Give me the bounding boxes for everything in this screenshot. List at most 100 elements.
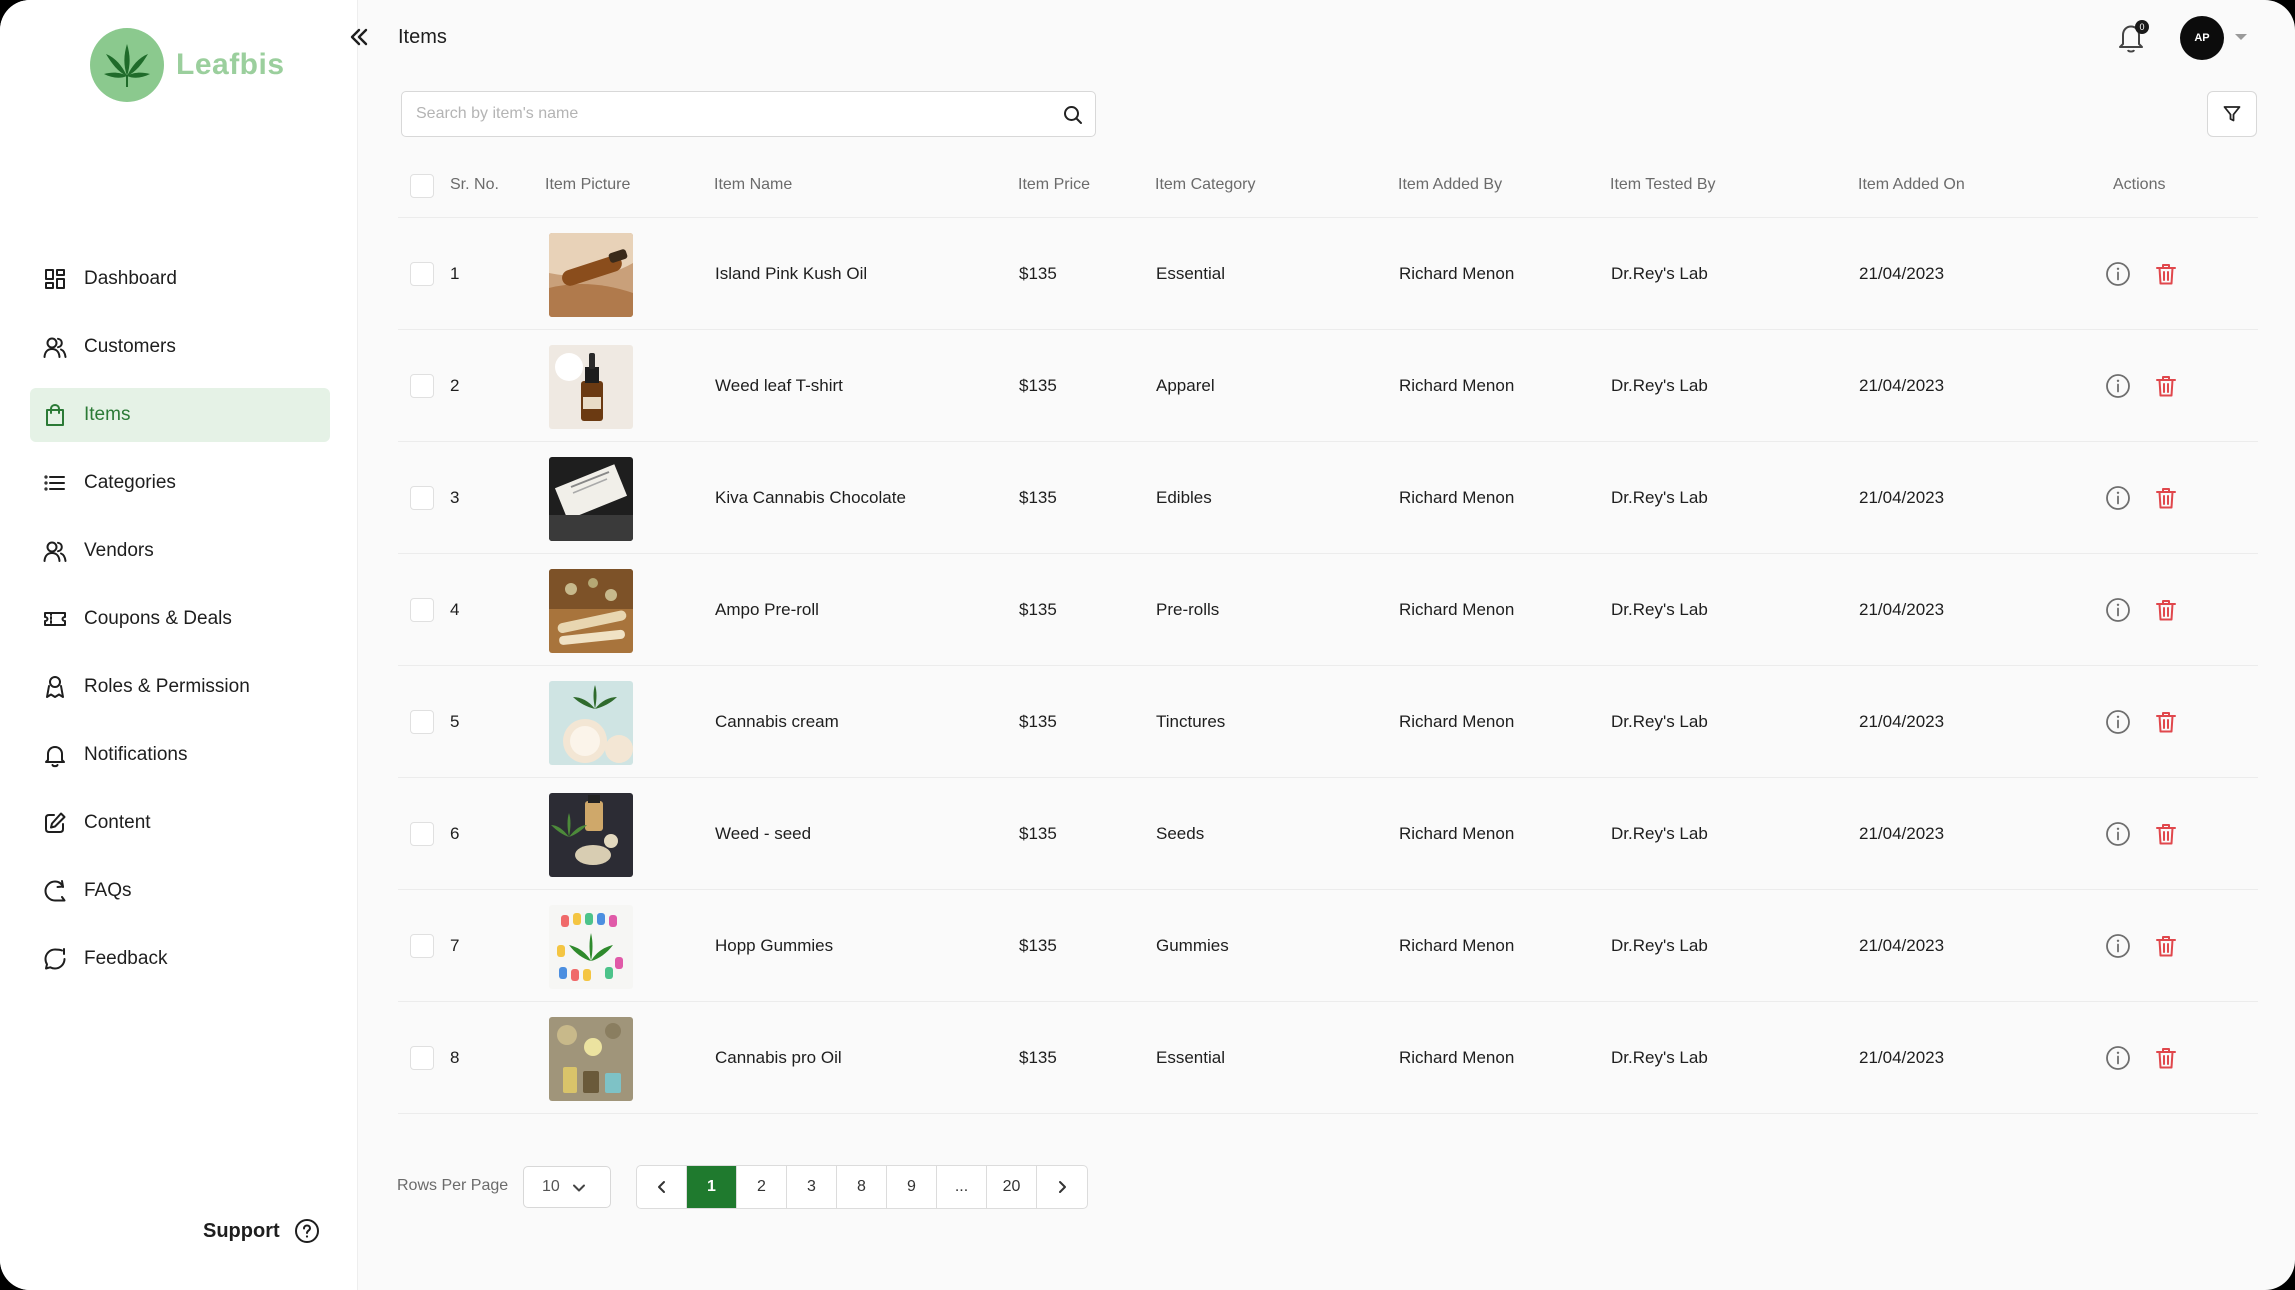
sidebar-item-feedback[interactable]: Feedback	[30, 932, 330, 986]
support-link[interactable]: Support	[203, 1218, 320, 1244]
delete-icon[interactable]	[2152, 820, 2180, 853]
next-page-button[interactable]	[1037, 1166, 1087, 1208]
help-circle-icon	[294, 1219, 319, 1243]
item-category-cell: Edibles	[1156, 488, 1212, 507]
ticket-icon	[42, 606, 84, 632]
support-label: Support	[203, 1219, 280, 1242]
row-checkbox[interactable]	[410, 822, 434, 846]
item-price-cell: $135	[1019, 600, 1057, 619]
info-icon[interactable]	[2104, 708, 2132, 741]
sidebar-item-roles-permission[interactable]: Roles & Permission	[30, 660, 330, 714]
item-picture	[549, 233, 633, 317]
item-price-cell: $135	[1019, 1048, 1057, 1067]
table-row[interactable]: 1 Island Pink Kush Oil $135 Essential Richar…	[398, 218, 2258, 330]
users-icon	[42, 538, 84, 564]
item-category-cell: Essential	[1156, 264, 1225, 283]
sidebar-item-content[interactable]: Content	[30, 796, 330, 850]
page-button[interactable]: 3	[787, 1166, 837, 1208]
user-avatar[interactable]: AP	[2180, 16, 2224, 60]
sidebar-item-customers[interactable]: Customers	[30, 320, 330, 374]
chevron-down-icon[interactable]	[2233, 31, 2249, 43]
item-tested-by-cell: Dr.Rey's Lab	[1611, 824, 1708, 843]
table-row[interactable]: 5 Cannabis cream $135 Tinctures Richard Meno…	[398, 666, 2258, 778]
sr-no-cell: 8	[450, 1048, 460, 1067]
table-row[interactable]: 6 Weed - seed $135 Seeds Richard Menon Dr.Rey…	[398, 778, 2258, 890]
cannabis-leaf-icon	[90, 28, 164, 102]
item-tested-by-cell: Dr.Rey's Lab	[1611, 600, 1708, 619]
page-button[interactable]: 9	[887, 1166, 937, 1208]
sidebar-item-faqs[interactable]: FAQs	[30, 864, 330, 918]
row-checkbox[interactable]	[410, 486, 434, 510]
delete-icon[interactable]	[2152, 596, 2180, 629]
row-checkbox[interactable]	[410, 1046, 434, 1070]
delete-icon[interactable]	[2152, 484, 2180, 517]
info-icon[interactable]	[2104, 484, 2132, 517]
item-added-on-cell: 21/04/2023	[1859, 936, 1945, 955]
item-price-cell: $135	[1019, 824, 1057, 843]
notification-bell[interactable]: 0	[2117, 20, 2149, 54]
row-checkbox[interactable]	[410, 262, 434, 286]
sidebar-item-categories[interactable]: Categories	[30, 456, 330, 510]
delete-icon[interactable]	[2152, 260, 2180, 293]
select-all-checkbox[interactable]	[410, 174, 434, 198]
faq-icon	[42, 878, 84, 904]
item-picture	[549, 905, 633, 989]
search-icon[interactable]	[1062, 104, 1084, 126]
info-icon[interactable]	[2104, 932, 2132, 965]
item-added-on-cell: 21/04/2023	[1859, 488, 1945, 507]
page-button[interactable]: 1	[687, 1166, 737, 1208]
item-name-cell: Hopp Gummies	[715, 936, 834, 955]
brand-logo[interactable]: Leafbis	[90, 28, 285, 102]
search-input[interactable]	[416, 92, 1036, 136]
info-icon[interactable]	[2104, 820, 2132, 853]
info-icon[interactable]	[2104, 1044, 2132, 1077]
sr-no-cell: 6	[450, 824, 460, 843]
search-box	[401, 91, 1096, 137]
row-checkbox[interactable]	[410, 374, 434, 398]
table-row[interactable]: 8 Cannabis pro Oil $135 Essential Richard Me…	[398, 1002, 2258, 1114]
sidebar-item-label: Categories	[84, 472, 176, 493]
table-row[interactable]: 3 Kiva Cannabis Chocolate $135 Edibles Richa…	[398, 442, 2258, 554]
delete-icon[interactable]	[2152, 932, 2180, 965]
row-checkbox[interactable]	[410, 598, 434, 622]
table-row[interactable]: 2 Weed leaf T-shirt $135 Apparel Richard Men…	[398, 330, 2258, 442]
item-added-by-cell: Richard Menon	[1399, 824, 1515, 843]
item-picture	[549, 345, 633, 429]
sidebar-item-dashboard[interactable]: Dashboard	[30, 252, 330, 306]
item-name-cell: Weed leaf T-shirt	[715, 376, 843, 395]
row-checkbox[interactable]	[410, 710, 434, 734]
sidebar-item-label: FAQs	[84, 880, 132, 901]
feedback-icon	[42, 946, 84, 972]
item-added-by-cell: Richard Menon	[1399, 264, 1515, 283]
collapse-sidebar-icon[interactable]	[346, 24, 372, 50]
table-body: 1 Island Pink Kush Oil $135 Essential Richar…	[398, 218, 2258, 1114]
page-button[interactable]: 20	[987, 1166, 1037, 1208]
item-category-cell: Tinctures	[1156, 712, 1226, 731]
table-row[interactable]: 4 Ampo Pre-roll $135 Pre-rolls Richard Menon…	[398, 554, 2258, 666]
info-icon[interactable]	[2104, 372, 2132, 405]
sidebar-item-label: Coupons & Deals	[84, 608, 232, 629]
page-button[interactable]: 2	[737, 1166, 787, 1208]
item-name-cell: Weed - seed	[715, 824, 812, 843]
page-button[interactable]: ...	[937, 1166, 987, 1208]
sidebar-item-vendors[interactable]: Vendors	[30, 524, 330, 578]
page-button[interactable]: 8	[837, 1166, 887, 1208]
sidebar-item-items[interactable]: Items	[30, 388, 330, 442]
item-added-by-cell: Richard Menon	[1399, 1048, 1515, 1067]
filter-button[interactable]	[2207, 91, 2257, 137]
delete-icon[interactable]	[2152, 1044, 2180, 1077]
item-added-on-cell: 21/04/2023	[1859, 824, 1945, 843]
rows-per-page-select[interactable]: 10	[523, 1166, 611, 1208]
delete-icon[interactable]	[2152, 372, 2180, 405]
info-icon[interactable]	[2104, 596, 2132, 629]
table-row[interactable]: 7 Hopp Gummies $135 Gummies Richard Menon Dr.…	[398, 890, 2258, 1002]
item-picture	[549, 1017, 633, 1101]
item-category-cell: Pre-rolls	[1156, 600, 1220, 619]
info-icon[interactable]	[2104, 260, 2132, 293]
row-checkbox[interactable]	[410, 934, 434, 958]
item-price-cell: $135	[1019, 264, 1057, 283]
sidebar-item-notifications[interactable]: Notifications	[30, 728, 330, 782]
sidebar-item-coupons-deals[interactable]: Coupons & Deals	[30, 592, 330, 646]
prev-page-button[interactable]	[637, 1166, 687, 1208]
delete-icon[interactable]	[2152, 708, 2180, 741]
